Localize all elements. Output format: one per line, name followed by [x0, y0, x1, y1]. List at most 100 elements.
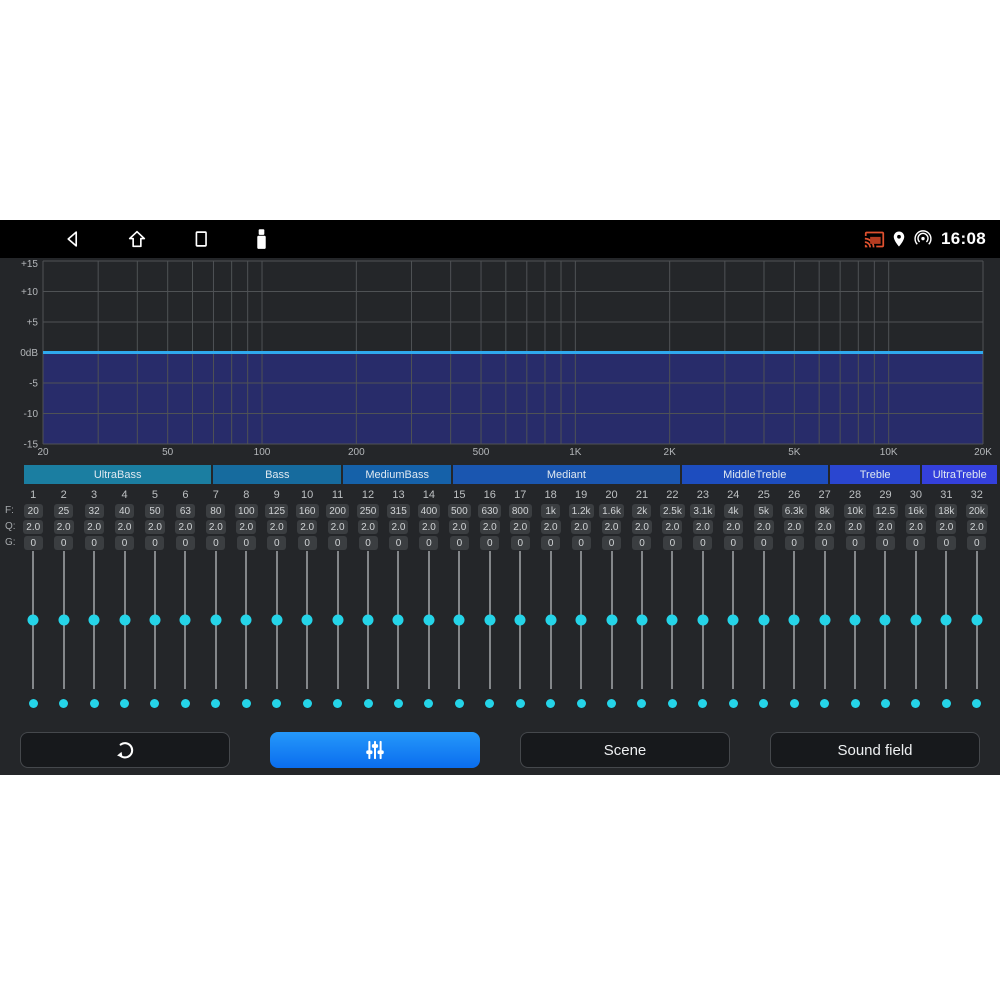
eq-channel-3: 3322.00	[79, 488, 109, 708]
gain-slider[interactable]	[414, 551, 444, 689]
slider-knob[interactable]	[28, 615, 39, 626]
slider-knob[interactable]	[119, 615, 130, 626]
x-axis-tick-label: 20K	[974, 447, 992, 458]
gain-slider[interactable]	[962, 551, 992, 689]
channel-indicator-dot	[881, 699, 890, 708]
slider-knob[interactable]	[89, 615, 100, 626]
gain-value-chip-row: 0	[663, 535, 682, 551]
gain-slider[interactable]	[201, 551, 231, 689]
slider-knob[interactable]	[758, 615, 769, 626]
scene-button[interactable]: Scene	[520, 732, 730, 768]
slider-knob[interactable]	[302, 615, 313, 626]
slider-knob[interactable]	[819, 615, 830, 626]
slider-knob[interactable]	[576, 615, 587, 626]
gain-slider[interactable]	[566, 551, 596, 689]
channel-indicator-dot	[272, 699, 281, 708]
eq-channel-4: 4402.00	[109, 488, 139, 708]
slider-knob[interactable]	[941, 615, 952, 626]
q-value-chip: 2.0	[115, 520, 135, 534]
gain-slider[interactable]	[262, 551, 292, 689]
slider-knob[interactable]	[58, 615, 69, 626]
slider-knob[interactable]	[636, 615, 647, 626]
q-value-chip-row: 2.0	[175, 519, 195, 535]
freq-value-chip: 125	[265, 504, 288, 518]
sound-field-button[interactable]: Sound field	[770, 732, 980, 768]
channel-number: 7	[213, 488, 219, 503]
gain-slider[interactable]	[931, 551, 961, 689]
slider-knob[interactable]	[454, 615, 465, 626]
gain-slider[interactable]	[749, 551, 779, 689]
slider-knob[interactable]	[149, 615, 160, 626]
q-value-chip: 2.0	[602, 520, 622, 534]
gain-slider[interactable]	[383, 551, 413, 689]
gain-slider[interactable]	[627, 551, 657, 689]
gain-slider[interactable]	[231, 551, 261, 689]
gain-slider[interactable]	[840, 551, 870, 689]
slider-knob[interactable]	[880, 615, 891, 626]
slider-knob[interactable]	[971, 615, 982, 626]
gain-slider[interactable]	[109, 551, 139, 689]
gain-slider[interactable]	[48, 551, 78, 689]
reset-button[interactable]	[20, 732, 230, 768]
q-value-chip-row: 2.0	[145, 519, 165, 535]
home-icon[interactable]	[126, 228, 148, 250]
channel-number: 12	[362, 488, 374, 503]
gain-value-chip-row: 0	[298, 535, 317, 551]
car-eq-screenshot: 16:08 +15+10+50dB-5-10-1520501002005001K…	[0, 0, 1000, 1000]
freq-value-chip: 100	[235, 504, 258, 518]
slider-knob[interactable]	[271, 615, 282, 626]
slider-knob[interactable]	[423, 615, 434, 626]
channel-indicator-dot	[516, 699, 525, 708]
gain-slider[interactable]	[18, 551, 48, 689]
slider-knob[interactable]	[484, 615, 495, 626]
slider-knob[interactable]	[697, 615, 708, 626]
gain-slider[interactable]	[170, 551, 200, 689]
band-labels-row: UltraBassBassMediumBassMediantMiddleTreb…	[24, 465, 997, 484]
slider-knob[interactable]	[850, 615, 861, 626]
gain-slider[interactable]	[322, 551, 352, 689]
gain-slider[interactable]	[901, 551, 931, 689]
recents-icon[interactable]	[190, 228, 212, 250]
slider-knob[interactable]	[545, 615, 556, 626]
slider-knob[interactable]	[332, 615, 343, 626]
gain-slider[interactable]	[535, 551, 565, 689]
slider-knob[interactable]	[728, 615, 739, 626]
gain-slider[interactable]	[870, 551, 900, 689]
slider-knob[interactable]	[910, 615, 921, 626]
eq-channel-25: 255k2.00	[749, 488, 779, 708]
slider-knob[interactable]	[515, 615, 526, 626]
x-axis-tick-label: 1K	[569, 447, 582, 458]
back-icon[interactable]	[62, 228, 84, 250]
slider-knob[interactable]	[180, 615, 191, 626]
gain-slider[interactable]	[140, 551, 170, 689]
slider-knob[interactable]	[241, 615, 252, 626]
gain-slider[interactable]	[688, 551, 718, 689]
gain-slider[interactable]	[657, 551, 687, 689]
gain-slider[interactable]	[718, 551, 748, 689]
gain-value-chip-row: 0	[54, 535, 73, 551]
x-axis-tick-label: 2K	[664, 447, 677, 458]
eq-response-chart: +15+10+50dB-5-10-1520501002005001K2K5K10…	[0, 258, 1000, 458]
slider-knob[interactable]	[667, 615, 678, 626]
gain-value-chip: 0	[328, 536, 347, 550]
gain-slider[interactable]	[79, 551, 109, 689]
eq-channel-24: 244k2.00	[718, 488, 748, 708]
gain-slider[interactable]	[779, 551, 809, 689]
band-label: Mediant	[547, 469, 586, 481]
freq-value-chip: 1.6k	[599, 504, 624, 518]
channel-number: 8	[243, 488, 249, 503]
gain-slider[interactable]	[353, 551, 383, 689]
gain-slider[interactable]	[444, 551, 474, 689]
gain-slider[interactable]	[809, 551, 839, 689]
gain-slider[interactable]	[596, 551, 626, 689]
gain-slider[interactable]	[292, 551, 322, 689]
freq-value-chip-row: 125	[265, 503, 288, 519]
slider-knob[interactable]	[789, 615, 800, 626]
gain-slider[interactable]	[505, 551, 535, 689]
equalizer-tab-button[interactable]	[270, 732, 480, 768]
slider-knob[interactable]	[606, 615, 617, 626]
slider-knob[interactable]	[393, 615, 404, 626]
gain-slider[interactable]	[475, 551, 505, 689]
slider-knob[interactable]	[210, 615, 221, 626]
slider-knob[interactable]	[363, 615, 374, 626]
